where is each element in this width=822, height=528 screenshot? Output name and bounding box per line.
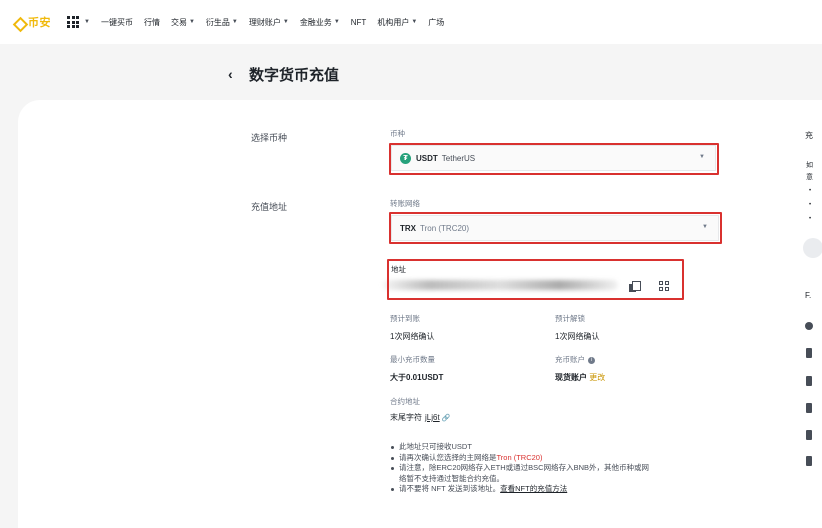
nft-deposit-guide-link[interactable]: 查看NFT的充值方法 <box>500 484 567 493</box>
coin-highlight-box <box>389 143 719 175</box>
right-panel-button[interactable] <box>803 238 822 258</box>
note-item: 此地址只可接收USDT <box>390 442 720 453</box>
brand-logo[interactable]: 币安 <box>12 14 51 30</box>
right-panel-play-icon[interactable] <box>805 322 813 330</box>
nav-label: 行情 <box>143 17 160 27</box>
min-deposit-value: 大于0.01USDT <box>390 373 444 382</box>
apps-menu[interactable]: ▼ <box>67 16 90 28</box>
right-panel-text: 意 <box>806 174 813 181</box>
document-icon[interactable] <box>806 403 812 413</box>
chevron-down-icon: ▼ <box>188 19 195 25</box>
address-highlight-box <box>387 259 684 300</box>
note-text: 请注意，除ERC20网络存入ETH或通过BSC网络存入BNB外，其他币种或网 <box>399 463 650 472</box>
right-panel-faq-title: F. <box>805 291 812 300</box>
apps-grid-icon <box>67 16 79 28</box>
nav-label: 理财账户 <box>248 17 281 27</box>
note-text: 此地址只可接收USDT <box>399 442 472 451</box>
info-icon[interactable]: i <box>588 356 595 364</box>
contract-address-label: 合约地址 <box>390 397 420 406</box>
chevron-down-icon: ▼ <box>231 19 238 25</box>
deposit-account-label: 充币账户 <box>555 355 585 364</box>
chevron-down-icon: ▼ <box>333 19 340 25</box>
nav-label: 机构用户 <box>377 17 410 27</box>
external-link-icon[interactable]: 🔗 <box>442 415 451 422</box>
expected-arrival-value: 1次网络确认 <box>390 332 435 341</box>
nav-label: 广场 <box>428 17 445 27</box>
document-icon[interactable] <box>806 430 812 440</box>
back-arrow-icon[interactable]: ‹ <box>228 66 233 82</box>
nav-label: 交易 <box>170 17 187 27</box>
chevron-down-icon: ▼ <box>84 19 90 25</box>
note-item: 请不要将 NFT 发送到该地址。查看NFT的充值方法 <box>390 484 720 495</box>
network-field-label: 转账网络 <box>390 199 420 208</box>
note-item: 请再次确认您选择的主网络是Tron (TRC20) <box>390 453 720 464</box>
note-text: 请再次确认您选择的主网络是 <box>399 452 497 462</box>
nav-item-trade[interactable]: 交易 ▼ <box>171 17 195 28</box>
brand-name: 币安 <box>28 17 51 29</box>
deposit-address-label: 充值地址 <box>251 202 288 212</box>
change-account-link[interactable]: 更改 <box>589 373 605 382</box>
document-icon[interactable] <box>806 376 812 386</box>
right-panel-bullet: • <box>809 202 812 208</box>
right-panel-bullet: • <box>809 216 812 222</box>
nav-item-markets[interactable]: 行情 <box>144 17 160 28</box>
nav-item-finance[interactable]: 金融业务 ▼ <box>300 17 340 28</box>
deposit-account-value: 现货账户 <box>555 373 587 382</box>
expected-arrival-label: 预计到账 <box>390 314 420 323</box>
top-nav: 币安 ▼ 一键买币 行情 交易 ▼ 衍生品 ▼ 理财账户 ▼ 金融业务 ▼ NFT 机构… <box>0 0 822 44</box>
contract-address-link[interactable]: jLj6t <box>425 413 440 422</box>
nav-item-institutional[interactable]: 机构用户 ▼ <box>377 17 417 28</box>
min-deposit-label: 最小充币数量 <box>390 355 435 364</box>
deposit-account-label-wrap: 充币账户 i <box>555 354 595 365</box>
page-title: 数字货币充值 <box>249 67 340 84</box>
note-item: 请注意，除ERC20网络存入ETH或通过BSC网络存入BNB外，其他币种或网 络暂… <box>390 463 720 484</box>
nav-item-derivatives[interactable]: 衍生品 ▼ <box>206 17 238 28</box>
contract-address-row: 末尾字符 jLj6t 🔗 <box>390 412 450 423</box>
expected-unlock-value: 1次网络确认 <box>555 332 600 341</box>
nav-item-buy-crypto[interactable]: 一键买币 <box>101 17 133 28</box>
right-panel-bullet: • <box>809 188 812 194</box>
note-text: 络暂不支持通过智能合约充值。 <box>399 473 504 483</box>
note-network-highlight: Tron (TRC20) <box>496 452 543 462</box>
note-text: 请不要将 NFT 发送到该地址。 <box>399 484 501 493</box>
expected-unlock-label: 预计解锁 <box>555 314 585 323</box>
contract-prefix: 末尾字符 <box>390 413 422 422</box>
page-header <box>0 44 822 100</box>
select-coin-label: 选择币种 <box>251 133 288 143</box>
nav-label: 金融业务 <box>299 17 332 27</box>
network-highlight-box <box>389 212 722 244</box>
binance-logo-icon <box>12 16 25 29</box>
document-icon[interactable] <box>806 348 812 358</box>
deposit-account-wrap: 现货账户 更改 <box>555 372 605 383</box>
deposit-notes: 此地址只可接收USDT 请再次确认您选择的主网络是Tron (TRC20) 请注… <box>390 442 720 495</box>
chevron-down-icon: ▼ <box>282 19 289 25</box>
document-icon[interactable] <box>806 456 812 466</box>
right-panel-text: 如 <box>806 162 813 169</box>
chevron-down-icon: ▼ <box>411 19 418 25</box>
nav-item-nft[interactable]: NFT <box>351 18 367 27</box>
nav-label: 衍生品 <box>205 17 230 27</box>
nav-label: 一键买币 <box>100 17 133 27</box>
nav-label: NFT <box>350 17 367 27</box>
nav-item-square[interactable]: 广场 <box>428 17 444 28</box>
coin-field-label: 币种 <box>390 129 405 138</box>
nav-item-earn[interactable]: 理财账户 ▼ <box>249 17 289 28</box>
right-panel-title: 充 <box>805 131 813 140</box>
